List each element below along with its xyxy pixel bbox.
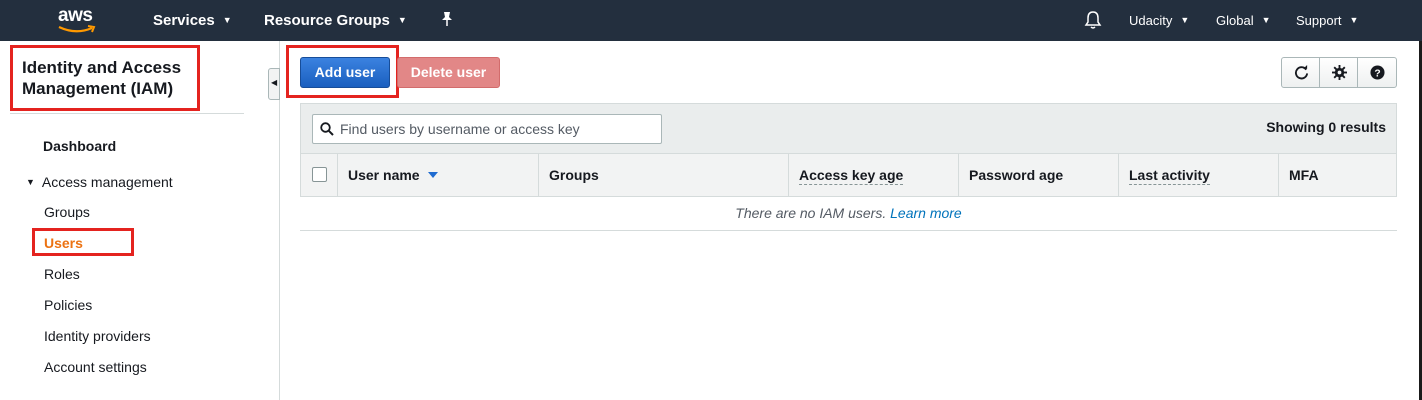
column-mfa: MFA	[1278, 154, 1398, 196]
aws-logo-text: aws	[58, 5, 93, 26]
column-password-age: Password age	[958, 154, 1118, 196]
resource-groups-menu[interactable]: Resource Groups ▼	[264, 12, 407, 29]
chevron-down-icon: ▼	[1180, 15, 1190, 25]
table-header: User name Groups Access key age Password…	[300, 154, 1397, 197]
search-input[interactable]	[340, 118, 650, 140]
chevron-down-icon: ▼	[1349, 15, 1359, 25]
sidebar-item-account-settings[interactable]: Account settings	[44, 359, 147, 375]
sidebar-item-users[interactable]: Users	[44, 235, 83, 251]
empty-state-row: There are no IAM users. Learn more	[300, 197, 1397, 231]
region-label: Global	[1216, 13, 1254, 28]
header-checkbox-cell	[301, 154, 337, 196]
column-groups: Groups	[538, 154, 788, 196]
column-label: Last activity	[1129, 167, 1210, 185]
caret-down-icon: ▼	[26, 177, 35, 187]
sidebar-section-access-management[interactable]: ▼ Access management	[26, 174, 173, 190]
services-label: Services	[153, 12, 215, 29]
results-count: Showing 0 results	[1266, 119, 1386, 135]
svg-text:?: ?	[1374, 69, 1380, 80]
delete-user-button: Delete user	[397, 57, 500, 88]
sort-desc-icon	[427, 172, 438, 178]
column-last-activity[interactable]: Last activity	[1118, 154, 1278, 196]
support-label: Support	[1296, 13, 1342, 28]
column-label: Password age	[969, 167, 1064, 183]
select-all-checkbox[interactable]	[312, 167, 327, 182]
chevron-down-icon: ▼	[397, 15, 407, 25]
aws-logo[interactable]: aws	[56, 5, 102, 35]
region-menu[interactable]: Global ▼	[1216, 13, 1271, 28]
chevron-down-icon: ▼	[222, 15, 232, 25]
learn-more-link[interactable]: Learn more	[890, 205, 962, 221]
settings-button[interactable]	[1319, 57, 1358, 88]
chevron-down-icon: ▼	[1261, 15, 1271, 25]
refresh-button[interactable]	[1281, 57, 1320, 88]
help-button[interactable]: ?	[1357, 57, 1397, 88]
account-menu[interactable]: Udacity ▼	[1129, 13, 1189, 28]
pin-icon[interactable]	[440, 11, 454, 31]
column-label: User name	[348, 167, 420, 183]
bell-icon[interactable]	[1084, 10, 1102, 35]
sidebar-collapse-toggle[interactable]: ◀	[268, 68, 280, 100]
column-access-key-age[interactable]: Access key age	[788, 154, 958, 196]
divider	[10, 113, 244, 114]
services-menu[interactable]: Services ▼	[153, 12, 232, 29]
column-label: Access key age	[799, 167, 904, 185]
caret-left-icon: ◀	[271, 78, 278, 87]
search-icon	[320, 122, 334, 136]
aws-smile-icon	[58, 25, 96, 33]
sidebar-item-groups[interactable]: Groups	[44, 204, 90, 220]
help-icon: ?	[1370, 65, 1385, 80]
support-menu[interactable]: Support ▼	[1296, 13, 1358, 28]
resource-groups-label: Resource Groups	[264, 12, 390, 29]
filter-bar: Showing 0 results	[300, 103, 1397, 154]
refresh-icon	[1295, 65, 1309, 80]
search-field[interactable]	[312, 114, 662, 144]
sidebar-title[interactable]: Identity and Access Management (IAM)	[22, 57, 212, 99]
empty-message: There are no IAM users.	[735, 205, 887, 221]
gear-icon	[1332, 65, 1347, 80]
column-label: MFA	[1289, 167, 1319, 183]
account-label: Udacity	[1129, 13, 1173, 28]
column-label: Groups	[549, 167, 599, 183]
sidebar-item-identity-providers[interactable]: Identity providers	[44, 328, 151, 344]
sidebar: Identity and Access Management (IAM) Das…	[0, 41, 280, 400]
sidebar-item-dashboard[interactable]: Dashboard	[43, 138, 116, 154]
top-nav-bar: aws Services ▼ Resource Groups ▼ Udacity ▼ …	[0, 0, 1422, 41]
section-label: Access management	[41, 174, 173, 190]
sidebar-item-roles[interactable]: Roles	[44, 266, 80, 282]
add-user-button[interactable]: Add user	[300, 57, 390, 88]
column-user-name[interactable]: User name	[337, 154, 538, 196]
sidebar-item-policies[interactable]: Policies	[44, 297, 92, 313]
